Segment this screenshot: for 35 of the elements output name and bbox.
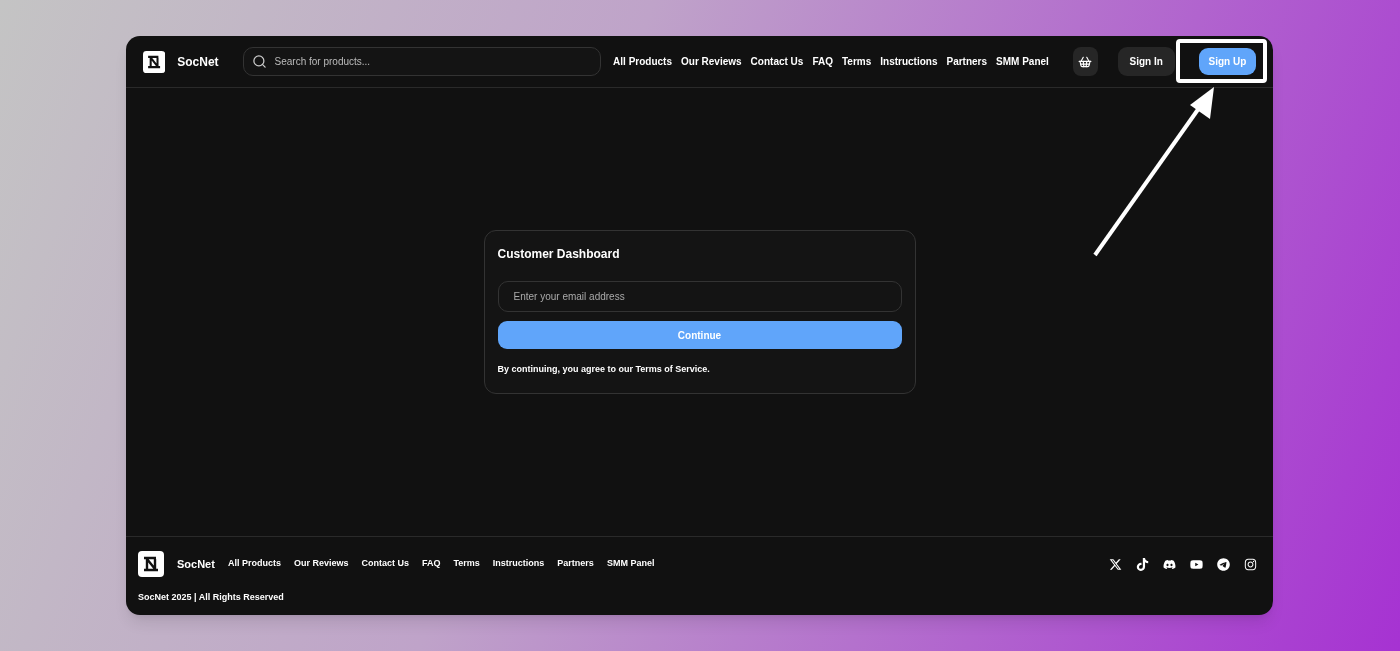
logo-icon xyxy=(143,48,166,75)
nav-link[interactable]: Partners xyxy=(946,54,988,69)
nav-link[interactable]: All Products xyxy=(613,54,672,69)
nav-link[interactable]: FAQ xyxy=(812,54,833,69)
footer-link[interactable]: Partners xyxy=(557,557,594,571)
basket-icon xyxy=(1078,54,1093,69)
brand-name[interactable]: SocNet xyxy=(177,52,219,71)
footer-link[interactable]: FAQ xyxy=(421,557,441,571)
footer-link[interactable]: SMM Panel xyxy=(606,557,655,571)
discord-icon[interactable] xyxy=(1163,557,1176,571)
footer-link[interactable]: Our Reviews xyxy=(293,557,349,571)
tiktok-icon[interactable] xyxy=(1136,557,1149,571)
x-logo-icon[interactable] xyxy=(1109,557,1122,571)
nav-link[interactable]: Contact Us xyxy=(750,54,804,69)
sign-in-button[interactable]: Sign In xyxy=(1117,47,1175,76)
search-icon xyxy=(251,54,267,69)
footer-link[interactable]: Terms xyxy=(453,557,480,571)
nav-link[interactable]: Terms xyxy=(841,54,872,69)
nav-link[interactable]: Instructions xyxy=(880,54,938,69)
copyright: SocNet 2025 | All Rights Reserved xyxy=(138,591,285,604)
telegram-icon[interactable] xyxy=(1217,557,1230,571)
footer-link[interactable]: Instructions xyxy=(492,557,545,571)
terms-note: By continuing, you agree to our Terms of Service. xyxy=(497,363,711,376)
instagram-icon[interactable] xyxy=(1244,557,1257,571)
email-field[interactable]: Enter your email address xyxy=(497,281,902,312)
youtube-icon[interactable] xyxy=(1190,557,1203,571)
card-title: Customer Dashboard xyxy=(497,246,621,263)
logo-icon xyxy=(138,551,164,577)
nav-link[interactable]: Our Reviews xyxy=(681,54,742,69)
footer-link[interactable]: Contact Us xyxy=(361,557,409,571)
footer-brand[interactable]: SocNet xyxy=(177,555,215,573)
cart-button[interactable] xyxy=(1072,47,1098,76)
search-field[interactable]: Search for products... xyxy=(242,47,602,76)
nav-link[interactable]: SMM Panel xyxy=(996,54,1049,69)
footer-link[interactable]: All Products xyxy=(227,557,281,571)
